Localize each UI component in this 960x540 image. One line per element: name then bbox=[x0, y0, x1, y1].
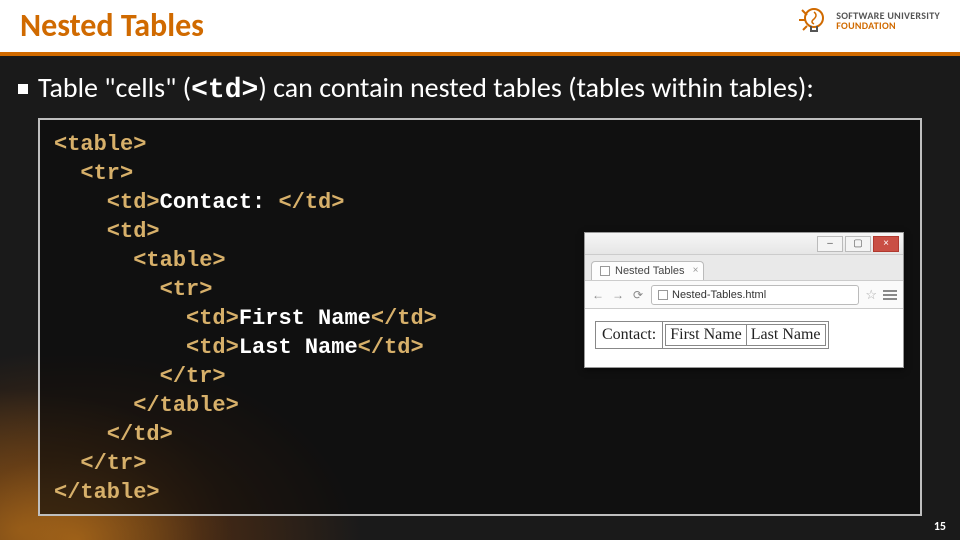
page-number: 15 bbox=[934, 520, 946, 534]
tab-strip: Nested Tables × bbox=[585, 255, 903, 281]
outer-cell-label: Contact: bbox=[596, 322, 663, 349]
forward-icon[interactable]: → bbox=[611, 288, 625, 302]
browser-tab[interactable]: Nested Tables × bbox=[591, 261, 704, 280]
window-minimize-button[interactable]: – bbox=[817, 236, 843, 252]
code-line: <td> bbox=[54, 306, 239, 331]
code-line: <td> bbox=[54, 335, 239, 360]
window-titlebar: – ▢ × bbox=[585, 233, 903, 255]
code-line: <table> bbox=[54, 132, 146, 157]
code-line: <table> bbox=[54, 248, 226, 273]
table-row: Contact: First Name Last Name bbox=[596, 322, 829, 349]
page-viewport: Contact: First Name Last Name bbox=[585, 309, 903, 367]
code-line: <td> bbox=[54, 190, 160, 215]
address-bar: ← → ⟳ Nested-Tables.html ☆ bbox=[585, 281, 903, 309]
logo: SOFTWARE UNIVERSITY FOUNDATION bbox=[796, 4, 940, 38]
url-text: Nested-Tables.html bbox=[672, 289, 766, 301]
bookmark-star-icon[interactable]: ☆ bbox=[865, 287, 877, 303]
code-line: <tr> bbox=[54, 161, 133, 186]
code-line: </td> bbox=[278, 190, 344, 215]
code-line: </tr> bbox=[54, 451, 146, 476]
code-line: </td> bbox=[371, 306, 437, 331]
tab-title: Nested Tables bbox=[615, 265, 685, 277]
title-bar: Nested Tables SOFTWARE UNIVERSITY FOUNDA… bbox=[0, 0, 960, 52]
browser-window: – ▢ × Nested Tables × ← → ⟳ Nested-Table… bbox=[584, 232, 904, 368]
bullet-tag: <td> bbox=[191, 75, 258, 106]
code-line: </td> bbox=[54, 422, 173, 447]
logo-text: SOFTWARE UNIVERSITY FOUNDATION bbox=[836, 11, 940, 31]
url-field[interactable]: Nested-Tables.html bbox=[651, 285, 859, 305]
file-icon bbox=[600, 266, 610, 276]
bullet-prefix: Table "cells" ( bbox=[38, 70, 191, 105]
reload-icon[interactable]: ⟳ bbox=[631, 288, 645, 302]
menu-icon[interactable] bbox=[883, 290, 897, 300]
bullet-icon bbox=[18, 84, 28, 94]
tab-close-icon[interactable]: × bbox=[693, 265, 699, 276]
inner-cell-2: Last Name bbox=[746, 325, 825, 346]
window-close-button[interactable]: × bbox=[873, 236, 899, 252]
code-line: <tr> bbox=[54, 277, 212, 302]
bullet-suffix: ) can contain nested tables (tables with… bbox=[258, 70, 814, 105]
code-line: </table> bbox=[54, 480, 160, 505]
rendered-inner-table: First Name Last Name bbox=[665, 324, 825, 346]
outer-cell-nested: First Name Last Name bbox=[663, 322, 828, 349]
page-icon bbox=[658, 290, 668, 300]
code-text: First Name bbox=[239, 306, 371, 331]
code-line: </td> bbox=[358, 335, 424, 360]
inner-cell-1: First Name bbox=[666, 325, 747, 346]
rendered-outer-table: Contact: First Name Last Name bbox=[595, 321, 829, 349]
code-line: <td> bbox=[54, 219, 160, 244]
table-row: First Name Last Name bbox=[666, 325, 825, 346]
code-line: </table> bbox=[54, 393, 239, 418]
back-icon[interactable]: ← bbox=[591, 288, 605, 302]
logo-line2: FOUNDATION bbox=[836, 21, 940, 31]
slide: Nested Tables SOFTWARE UNIVERSITY FOUNDA… bbox=[0, 0, 960, 540]
bullet-text: Table "cells" (<td>) can contain nested … bbox=[38, 70, 814, 106]
bullet-line: Table "cells" (<td>) can contain nested … bbox=[0, 56, 960, 118]
code-line: </tr> bbox=[54, 364, 226, 389]
slide-title: Nested Tables bbox=[20, 6, 204, 45]
code-text: Contact: bbox=[160, 190, 279, 215]
lightbulb-icon bbox=[796, 4, 830, 38]
window-maximize-button[interactable]: ▢ bbox=[845, 236, 871, 252]
code-text: Last Name bbox=[239, 335, 358, 360]
